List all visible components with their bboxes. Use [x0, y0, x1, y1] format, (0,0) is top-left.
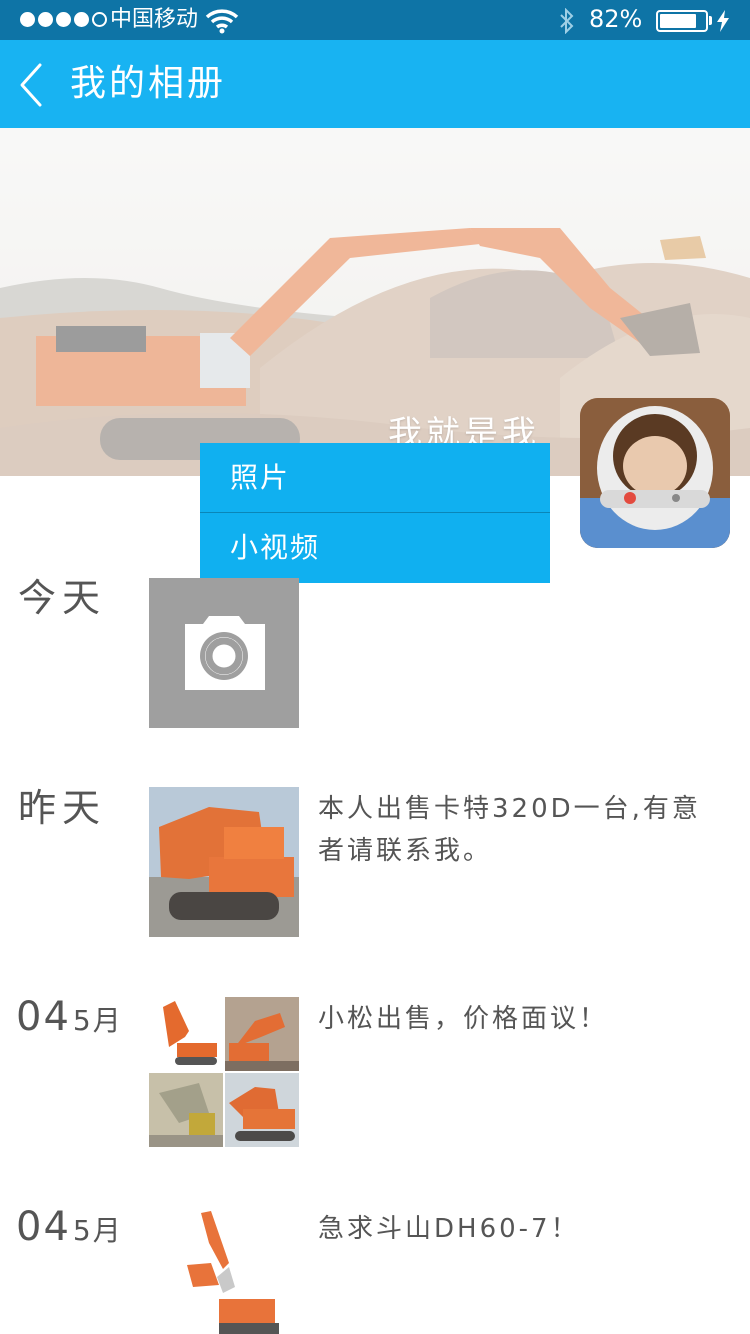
carrier-name: 中国移动 [110, 7, 199, 32]
upload-menu: 照片 小视频 [200, 443, 550, 583]
post-date-label: 045月 [16, 1204, 123, 1250]
post-date-label: 昨天 [18, 786, 107, 830]
battery-icon [656, 10, 708, 32]
post-text: 小松出售，价格面议！ [318, 1004, 609, 1034]
camera-icon [185, 616, 265, 690]
date-today: 今天 [18, 576, 107, 620]
battery-tip [709, 16, 712, 25]
post-text: 急求斗山DH60-7！ [318, 1214, 580, 1244]
post-thumbnail[interactable] [149, 787, 299, 937]
post-date-month: 5月 [72, 1004, 123, 1037]
post-date-day: 04 [16, 994, 71, 1040]
post-date-month: 5月 [72, 1214, 123, 1247]
battery-percent: 82% [589, 5, 643, 33]
post-text: 本人出售卡特320D一台,有意者请联系我。 [318, 794, 701, 866]
wifi-icon [205, 9, 239, 34]
page-title: 我的相册 [70, 63, 227, 104]
add-photo-button[interactable] [149, 578, 299, 728]
post-thumbnail[interactable] [225, 997, 299, 1071]
post-thumbnail[interactable] [149, 997, 223, 1071]
post-thumbnail[interactable] [149, 1073, 223, 1147]
post-thumbnail[interactable] [149, 1207, 299, 1334]
signal-strength-icon [20, 12, 107, 27]
post-date-day: 04 [16, 1204, 71, 1250]
post-date-label: 045月 [16, 994, 123, 1040]
post-thumbnail[interactable] [225, 1073, 299, 1147]
avatar[interactable] [580, 398, 730, 548]
bluetooth-icon [560, 8, 574, 34]
menu-item-video[interactable]: 小视频 [200, 513, 550, 582]
menu-item-photo[interactable]: 照片 [200, 443, 550, 512]
charging-icon [717, 10, 729, 32]
back-icon[interactable] [18, 62, 44, 108]
